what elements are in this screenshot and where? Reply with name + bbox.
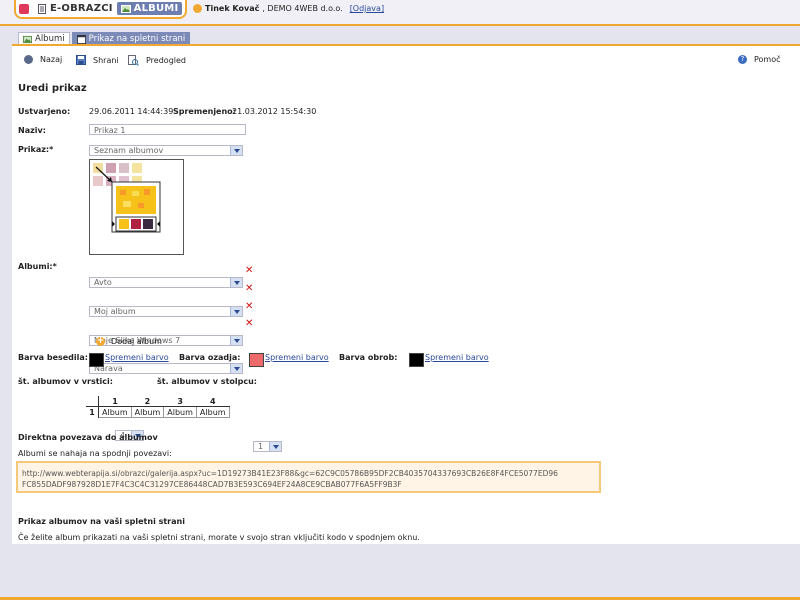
tab-label: Prikaz na spletni strani	[88, 34, 186, 44]
background-color-label: Barva ozadja:	[179, 353, 241, 362]
user-icon	[193, 4, 202, 13]
direct-link-title: Direktna povezava do albumov	[18, 433, 158, 442]
albums-per-row-label: št. albumov v vrstici:	[18, 377, 113, 386]
remove-album-icon[interactable]: ✕	[245, 284, 253, 294]
change-text-color-link[interactable]: Spremeni barvo	[105, 353, 169, 362]
direct-link-url-box[interactable]: http://www.webterapija.si/obrazci/galeri…	[16, 461, 601, 493]
text-color-label: Barva besedila:	[18, 353, 88, 362]
background-color-swatch	[249, 353, 264, 367]
app-tab-albumi[interactable]: ALBUMI	[116, 2, 183, 15]
albums-label: Albumi:*	[18, 262, 57, 271]
app-tabs: E-OBRAZCI ALBUMI	[14, 0, 188, 19]
albums-per-column-select[interactable]: 1	[253, 441, 282, 452]
albums-per-column-label: št. albumov v stolpcu:	[157, 377, 257, 386]
border-color-swatch	[409, 353, 424, 367]
chevron-down-icon	[269, 442, 281, 451]
grid-col-header: 4	[196, 396, 230, 407]
url-line: FC855DADF987928D1E7F4C3C4C31297CE86448CA…	[22, 480, 402, 489]
floppy-disk-icon	[76, 55, 86, 65]
preview-label: Predogled	[146, 56, 186, 65]
display-select[interactable]: Seznam albumov	[89, 145, 243, 156]
display-label: Prikaz:*	[18, 145, 54, 154]
url-line: http://www.webterapija.si/obrazci/galeri…	[22, 469, 558, 478]
change-border-color-link[interactable]: Spremeni barvo	[425, 353, 489, 362]
modified-label: Spremenjeno:	[173, 107, 236, 116]
image-icon	[120, 4, 131, 13]
album-select-value: Moj album	[94, 307, 136, 316]
embed-title: Prikaz albumov na vaši spletni strani	[18, 517, 185, 526]
name-input[interactable]: Prikaz 1	[89, 124, 246, 135]
chevron-down-icon	[230, 278, 242, 287]
back-label: Nazaj	[40, 55, 63, 64]
album-select[interactable]: Avto	[89, 277, 243, 288]
album-select[interactable]: Narava	[89, 363, 243, 374]
remove-album-icon[interactable]: ✕	[245, 266, 253, 276]
logout-link[interactable]: [Odjava]	[350, 4, 384, 13]
help-icon: ?	[738, 55, 747, 64]
web-page-icon	[76, 34, 86, 44]
change-background-color-link[interactable]: Spremeni barvo	[265, 353, 329, 362]
grid-cell: Album	[130, 406, 165, 418]
add-album-label: Dodaj album	[111, 337, 162, 346]
app-tab-label: ALBUMI	[133, 3, 179, 14]
help-label: Pomoč	[754, 55, 781, 64]
chevron-down-icon	[230, 146, 242, 155]
modified-value: 21.03.2012 15:54:30	[232, 107, 317, 116]
album-list-preview-graphic	[93, 163, 161, 233]
text-color-swatch	[89, 353, 104, 367]
add-album-button[interactable]: + Dodaj album	[96, 337, 162, 346]
tab-label: Albumi	[35, 34, 65, 44]
album-select[interactable]: Moj album	[89, 306, 243, 317]
brand-logo	[19, 3, 29, 14]
user-name: Tinek Kovač	[205, 4, 260, 13]
created-label: Ustvarjeno:	[18, 107, 71, 116]
back-arrow-icon	[24, 55, 33, 64]
layout-grid-preview: 1 2 3 4 1 Album Album Album Album	[86, 396, 230, 418]
grid-col-header: 1	[98, 396, 132, 407]
app-tab-label: E-OBRAZCI	[50, 3, 113, 14]
user-info: Tinek Kovač , DEMO 4WEB d.o.o. [Odjava]	[193, 4, 384, 13]
preview-button[interactable]: Predogled	[128, 55, 186, 66]
document-icon	[38, 3, 46, 14]
grid-cell: Album	[163, 406, 197, 418]
embed-text: Če želite album prikazati na vaši spletn…	[18, 533, 420, 542]
chevron-down-icon	[230, 307, 242, 316]
app-tab-e-obrazci[interactable]: E-OBRAZCI	[33, 2, 117, 15]
help-button[interactable]: ? Pomoč	[738, 55, 781, 64]
user-company: , DEMO 4WEB d.o.o.	[262, 4, 343, 13]
chevron-down-icon	[230, 364, 242, 373]
grid-cell: Album	[98, 406, 132, 418]
grid-row: 1 Album Album Album Album	[86, 406, 230, 418]
chevron-down-icon	[230, 336, 242, 345]
save-button[interactable]: Shrani	[76, 55, 119, 65]
grid-col-header: 2	[131, 396, 164, 407]
albums-per-column-value: 1	[258, 442, 264, 451]
name-label: Naziv:	[18, 126, 46, 135]
back-button[interactable]: Nazaj	[24, 55, 62, 64]
page-title: Uredi prikaz	[18, 83, 87, 94]
save-label: Shrani	[93, 55, 119, 65]
image-icon	[23, 35, 32, 43]
border-color-label: Barva obrob:	[339, 353, 398, 362]
created-value: 29.06.2011 14:44:39	[89, 107, 174, 116]
grid-corner	[86, 396, 99, 407]
display-select-value: Seznam albumov	[94, 146, 164, 155]
remove-album-icon[interactable]: ✕	[245, 319, 253, 329]
remove-album-icon[interactable]: ✕	[245, 302, 253, 312]
grid-cell: Album	[195, 406, 230, 418]
add-icon: +	[96, 336, 105, 346]
album-select-value: Avto	[94, 278, 112, 287]
display-preview-image	[89, 159, 184, 255]
grid-row-header: 1	[86, 406, 99, 418]
direct-link-text: Albumi se nahaja na spodnji povezavi:	[18, 449, 172, 458]
grid-col-header: 3	[163, 396, 197, 407]
grid-header-row: 1 2 3 4	[86, 396, 230, 407]
preview-icon	[128, 55, 139, 66]
